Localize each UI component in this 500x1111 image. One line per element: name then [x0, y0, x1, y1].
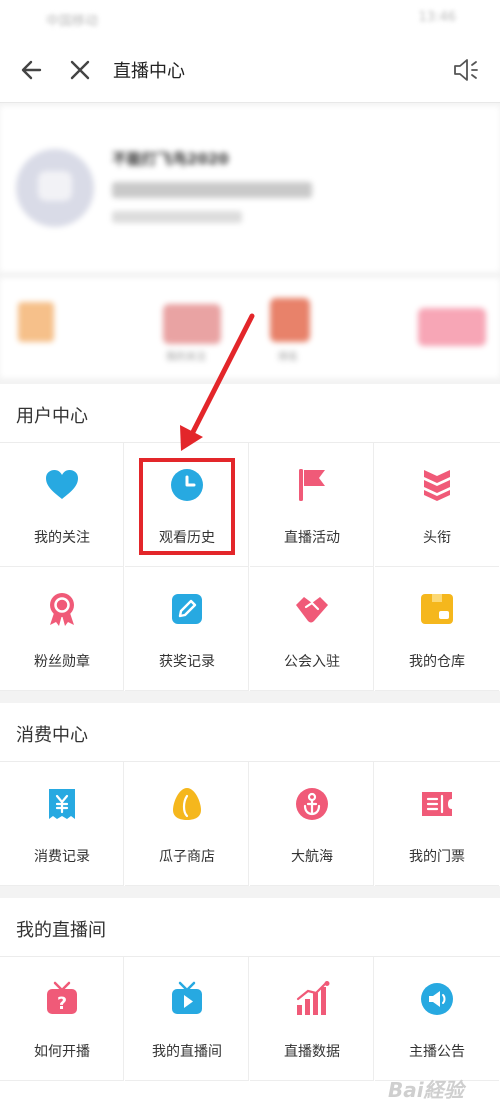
grid-item-voyage[interactable]: 大航海 [250, 762, 374, 886]
arrow-left-icon [21, 60, 42, 80]
section-user-center: 用户中心 [0, 384, 500, 443]
grid-item-fan-medal[interactable]: 粉丝勋章 [0, 567, 124, 691]
rank-chevron-icon [424, 470, 450, 501]
banner-label-mid: 排名 [278, 352, 298, 363]
grid-item-my-live-room[interactable]: 我的直播间 [125, 957, 249, 1081]
status-bar: 中国移动 13:46 [0, 0, 500, 38]
banner-image-left [18, 302, 54, 342]
grid-item-awards[interactable]: 获奖记录 [125, 567, 249, 691]
grid-item-warehouse[interactable]: 我的仓库 [375, 567, 499, 691]
tv-play-icon [172, 981, 202, 1014]
tv-question-icon: ? [47, 981, 77, 1014]
grid-item-label: 消费记录 [34, 849, 90, 865]
close-icon [70, 60, 90, 80]
watermark-logo: Bai経验 [388, 1078, 464, 1102]
edit-icon [172, 594, 202, 624]
megaphone-icon [421, 983, 453, 1015]
grid-item-label: 主播公告 [409, 1044, 465, 1060]
box-icon [421, 594, 453, 624]
handshake-icon [296, 597, 328, 623]
grid-item-how-to-stream[interactable]: ? 如何开播 [0, 957, 124, 1081]
clock-text: 13:46 [418, 10, 456, 25]
grid-item-label: 头衔 [423, 530, 451, 546]
flag-icon [299, 469, 325, 501]
banner-action-button[interactable] [418, 308, 486, 346]
grid-item-label: 直播活动 [284, 530, 340, 546]
highlight-box [139, 458, 235, 555]
grid-item-live-data[interactable]: 直播数据 [250, 957, 374, 1081]
close-button[interactable] [64, 54, 96, 86]
grid-item-tickets[interactable]: 我的门票 [375, 762, 499, 886]
grid-item-label: 我的关注 [34, 530, 90, 546]
section-title: 我的直播间 [16, 920, 106, 941]
section-consume-center: 消费中心 [0, 703, 500, 762]
consume-center-grid: 消费记录 瓜子商店 大航海 我的门票 [0, 762, 500, 886]
nav-bar: 直播中心 [0, 38, 500, 103]
grid-item-guild[interactable]: 公会入驻 [250, 567, 374, 691]
grid-item-announcement[interactable]: 主播公告 [375, 957, 499, 1081]
grid-item-label: 如何开播 [34, 1044, 90, 1060]
grid-item-label: 公会入驻 [284, 654, 340, 670]
profile-name: 不能打飞鸟2020 [112, 150, 229, 168]
grid-item-follow[interactable]: 我的关注 [0, 443, 124, 567]
grid-item-label: 瓜子商店 [159, 849, 215, 865]
grid-item-label: 粉丝勋章 [34, 654, 90, 670]
grid-item-label: 我的直播间 [152, 1044, 222, 1060]
bar-chart-icon [296, 981, 330, 1015]
seed-icon [173, 788, 201, 820]
profile-info-redacted [112, 211, 242, 223]
section-title: 用户中心 [16, 406, 88, 427]
banner-image-right [270, 298, 310, 342]
grid-item-label: 我的仓库 [409, 654, 465, 670]
profile-id-redacted [112, 182, 312, 198]
section-title: 消费中心 [16, 725, 88, 746]
yuan-receipt-icon [49, 789, 75, 819]
avatar[interactable] [16, 149, 94, 227]
carrier-text: 中国移动 [46, 14, 99, 29]
grid-item-label: 直播数据 [284, 1044, 340, 1060]
grid-item-label: 我的门票 [409, 849, 465, 865]
section-my-live-room: 我的直播间 [0, 898, 500, 957]
profile-card[interactable]: 不能打飞鸟2020 [0, 106, 500, 272]
ticket-icon [422, 792, 452, 816]
svg-text:?: ? [57, 994, 67, 1014]
user-center-grid: 我的关注 观看历史 直播活动 头衔 粉丝勋章 获奖记录 公会入驻 我的仓库 [0, 443, 500, 691]
grid-item-seed-store[interactable]: 瓜子商店 [125, 762, 249, 886]
promo-banner[interactable]: 我的关注 排名 [0, 278, 500, 378]
sound-button[interactable] [450, 54, 482, 86]
medal-icon [50, 593, 74, 626]
anchor-icon [296, 788, 328, 820]
page-title: 直播中心 [113, 61, 185, 82]
grid-item-consume-record[interactable]: 消费记录 [0, 762, 124, 886]
grid-item-label: 大航海 [291, 849, 333, 865]
grid-item-title[interactable]: 头衔 [375, 443, 499, 567]
back-button[interactable] [16, 54, 48, 86]
grid-item-label: 获奖记录 [159, 654, 215, 670]
heart-icon [46, 470, 78, 499]
banner-image-mid [163, 304, 221, 344]
speaker-icon [454, 59, 478, 81]
banner-label-left: 我的关注 [166, 352, 206, 363]
grid-item-activity[interactable]: 直播活动 [250, 443, 374, 567]
